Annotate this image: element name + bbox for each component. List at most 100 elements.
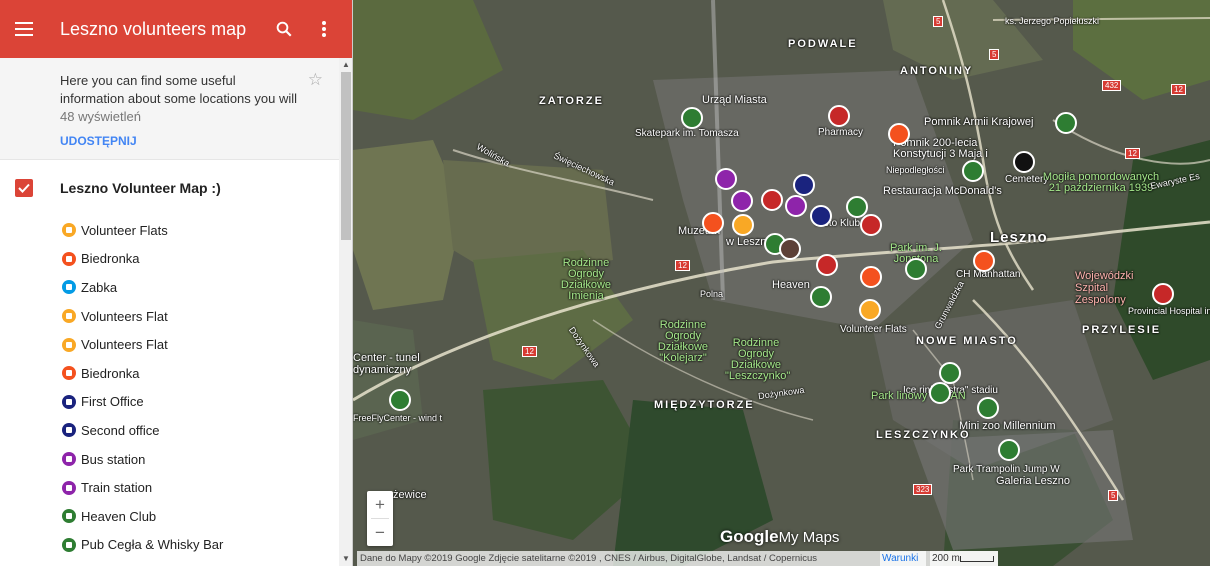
app: Leszno volunteers map Here you can find … (0, 0, 1210, 566)
layer-header[interactable]: Leszno Volunteer Map :) (0, 160, 339, 216)
marker-skatepark[interactable] (681, 107, 703, 129)
marker-hospital[interactable] (1152, 283, 1174, 305)
label-skatepark: Skatepark im. Tomasza (635, 128, 739, 139)
layer-item[interactable]: Motor Klub (0, 559, 339, 566)
label-zewice: żewice (393, 489, 427, 501)
layer-item[interactable]: Volunteers Flat (0, 302, 339, 331)
layer-item[interactable]: Volunteers Flat (0, 330, 339, 359)
label-rod-leszczynko: Rodzinne Ogrody Działkowe "Leszczynko" (725, 337, 791, 382)
marker-heaven-club[interactable] (810, 286, 832, 308)
marker-restaurant[interactable] (761, 189, 783, 211)
layer-item[interactable]: Heaven Club (0, 502, 339, 531)
marker-biedronka-1[interactable] (888, 123, 910, 145)
sidebar-content: Here you can find some useful informatio… (0, 58, 339, 566)
layer-item[interactable]: First Office (0, 388, 339, 417)
marker-bus-station[interactable] (715, 168, 737, 190)
layer-title: Leszno Volunteer Map :) (60, 180, 221, 196)
marker-volunteer-flats-2[interactable] (859, 299, 881, 321)
logo-google: Google (720, 527, 779, 546)
layer-item[interactable]: Biedronka (0, 245, 339, 274)
marker-volunteer-flats-1[interactable] (732, 214, 754, 236)
layer-items: Volunteer Flats Biedronka Zabka Volunteers … (0, 216, 339, 566)
layer-item[interactable]: Second office (0, 416, 339, 445)
zoom-in-button[interactable]: + (367, 491, 393, 518)
marker-pub[interactable] (816, 254, 838, 276)
layer-item[interactable]: Biedronka (0, 359, 339, 388)
map-scale[interactable]: 200 m (930, 551, 998, 566)
logo-my-maps: My Maps (778, 529, 840, 546)
map-canvas[interactable]: PODWALE ANTONINY ZATORZE Leszno PRZYLESI… (353, 0, 1210, 566)
google-my-maps-logo: GoogleMy Maps (720, 527, 839, 547)
label-galeria: Galeria Leszno (996, 475, 1070, 487)
sidebar-header: Leszno volunteers map (0, 0, 352, 58)
label-mcdonalds: Restauracja McDonald's (883, 185, 1002, 197)
home-icon (62, 223, 76, 238)
road-shield-323: 323 (913, 484, 933, 495)
marker-moto-klub[interactable] (860, 214, 882, 236)
marker-cemetery[interactable] (1013, 151, 1035, 173)
label-mogila: Mogiła pomordowanych 21 października 193… (1042, 171, 1160, 194)
label-wojewodzki: Wojewódzki Szpital Zespolony (1075, 270, 1134, 306)
label-dynamiczny: dynamiczny (353, 364, 412, 376)
more-button[interactable] (304, 0, 344, 58)
zoom-out-button[interactable]: − (367, 519, 393, 546)
marker-museum[interactable] (810, 205, 832, 227)
marker-cinema[interactable] (779, 238, 801, 260)
map-title: Leszno volunteers map (60, 18, 247, 39)
label-miedzytorze: MIĘDZYTORZE (654, 399, 755, 411)
marker-freefly[interactable] (389, 389, 411, 411)
road-shield-5a: 5 (933, 16, 944, 27)
scroll-down-arrow[interactable]: ▼ (339, 552, 352, 566)
layer-item-label: Biedronka (81, 365, 140, 381)
label-park-linowy: Park linowy LEZAN (871, 390, 966, 402)
share-button[interactable]: UDOSTĘPNIJ (60, 134, 299, 148)
label-podwale: PODWALE (788, 38, 858, 50)
road-shield-12b: 12 (1125, 148, 1140, 159)
search-button[interactable] (264, 0, 304, 58)
dance-icon (62, 509, 76, 524)
zoom-control: + − (367, 491, 393, 546)
marker-trampolin[interactable] (998, 439, 1020, 461)
marker-pharmacy[interactable] (828, 105, 850, 127)
layer-item-label: First Office (81, 394, 144, 410)
label-heaven: Heaven (772, 279, 810, 291)
scrollbar-thumb[interactable] (341, 72, 351, 240)
label-freefly: FreeFlyCenter - wind t (353, 413, 443, 423)
marker-biedronka-2[interactable] (702, 212, 724, 234)
marker-ch-manhattan[interactable] (973, 250, 995, 272)
marker-monument[interactable] (1055, 112, 1077, 134)
marker-memorial[interactable] (962, 160, 984, 182)
marker-park[interactable] (905, 258, 927, 280)
marker-mini-zoo[interactable] (977, 397, 999, 419)
terms-link[interactable]: Warunki (880, 551, 927, 566)
layer-item-label: Pub Cegła & Whisky Bar (81, 537, 224, 553)
menu-button[interactable] (0, 0, 48, 58)
layer-item[interactable]: Volunteer Flats (0, 216, 339, 245)
sidebar-scrollbar[interactable]: ▲ ▼ (339, 58, 352, 566)
layer-item[interactable]: Pub Cegła & Whisky Bar (0, 531, 339, 560)
layer-item[interactable]: Bus station (0, 445, 339, 474)
road-shield-12d: 12 (522, 346, 537, 357)
label-nowe-miasto: NOWE MIASTO (916, 335, 1018, 347)
label-urzad-miasta: Urząd Miasta (702, 94, 767, 106)
marker-ice-rink[interactable] (939, 362, 961, 384)
layer-item[interactable]: Zabka (0, 273, 339, 302)
label-volunteer-flats: Volunteer Flats (840, 324, 907, 335)
layer-checkbox[interactable] (15, 179, 33, 197)
marker-train-station[interactable] (731, 190, 753, 212)
search-icon (276, 21, 292, 37)
map-info: Here you can find some useful informatio… (0, 58, 339, 160)
scroll-up-arrow[interactable]: ▲ (339, 58, 352, 72)
marker-zabka[interactable] (860, 266, 882, 288)
scale-label: 200 m (932, 553, 960, 564)
marker-park-linowy[interactable] (929, 382, 951, 404)
layer-item[interactable]: Train station (0, 473, 339, 502)
marker-first-office[interactable] (793, 174, 815, 196)
star-icon[interactable]: ☆ (308, 70, 323, 90)
label-provincial: Provincial Hospital in (1128, 306, 1210, 316)
layer-item-label: Heaven Club (81, 508, 157, 524)
label-zatorze: ZATORZE (539, 95, 604, 107)
marker-second-office[interactable] (785, 195, 807, 217)
label-popieluszki: ks. Jerzego Popiełuszki (1005, 16, 1100, 26)
check-icon (18, 183, 30, 193)
